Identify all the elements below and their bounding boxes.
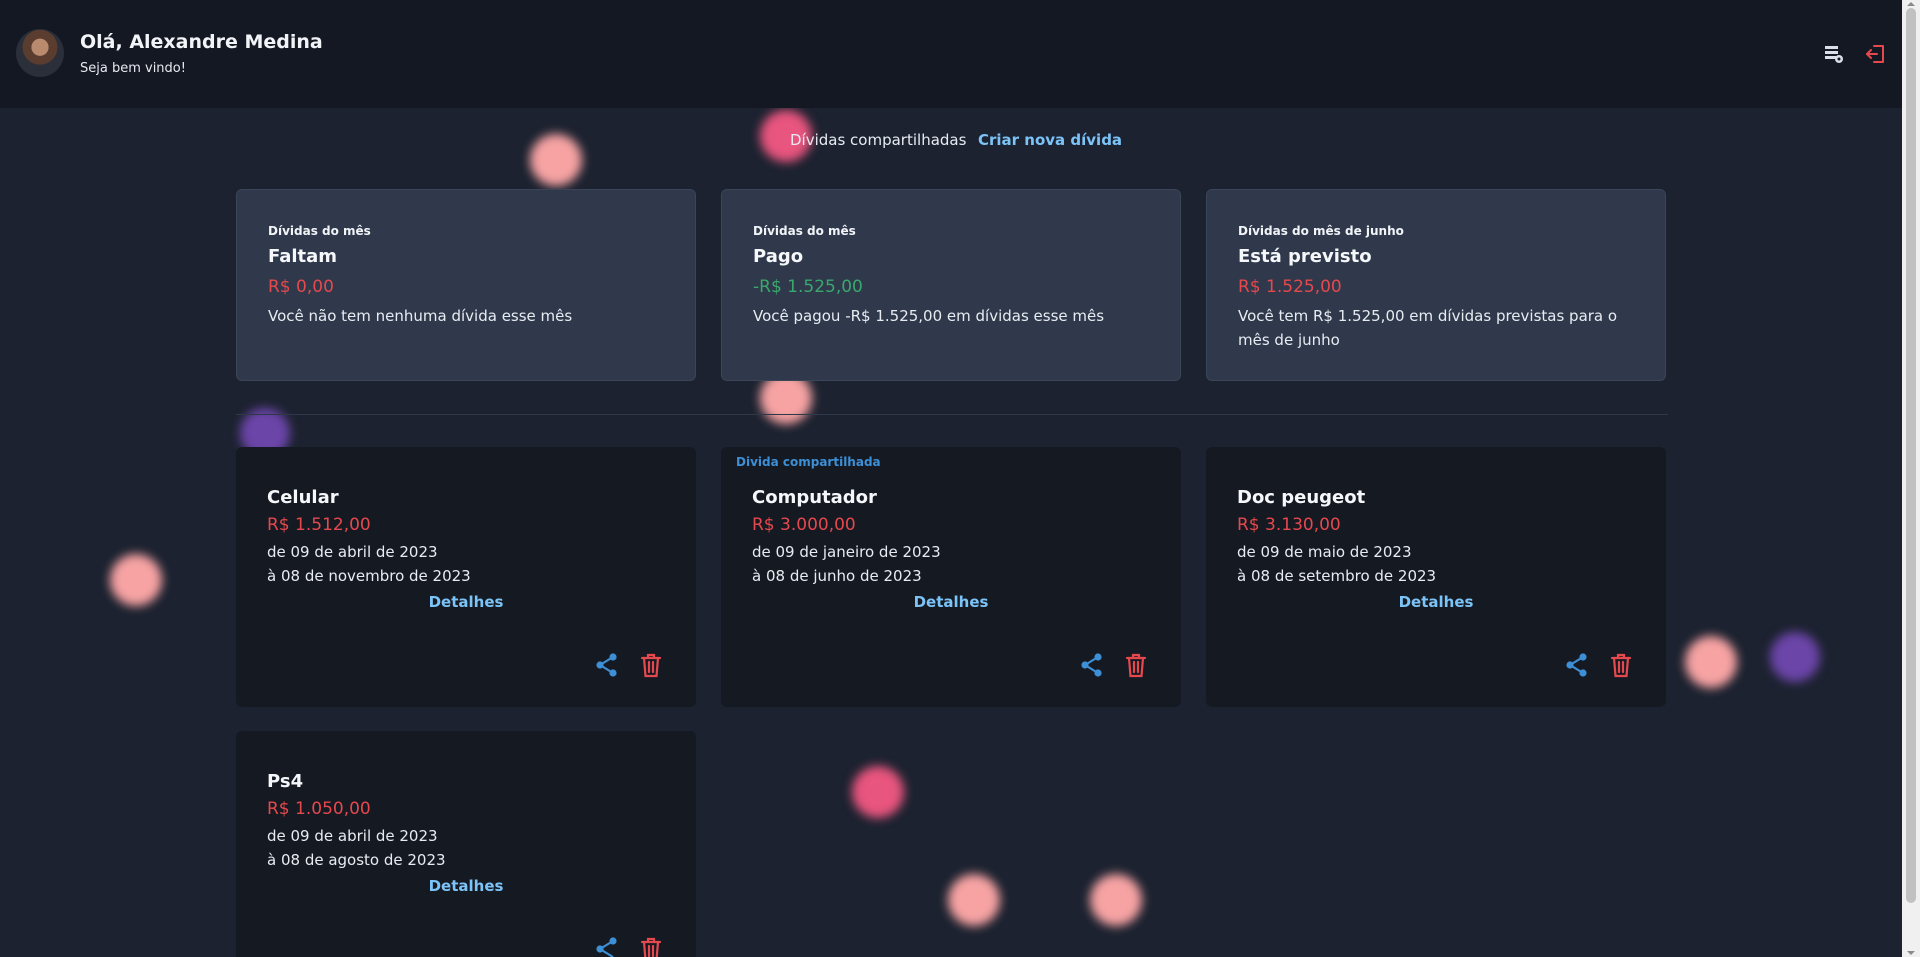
summary-label: Dívidas do mês de junho [1238, 224, 1404, 238]
trash-icon[interactable] [1610, 652, 1632, 678]
debt-name: Ps4 [267, 771, 304, 792]
debt-amount: R$ 3.000,00 [752, 515, 856, 535]
debt-amount: R$ 1.512,00 [267, 515, 371, 535]
greeting-title: Olá, Alexandre Medina [80, 31, 323, 53]
summary-description: Você não tem nenhuma dívida esse mês [268, 307, 573, 325]
share-icon[interactable] [1079, 652, 1105, 678]
avatar [16, 29, 64, 77]
summary-title: Está previsto [1238, 246, 1372, 267]
page-scrollbar[interactable] [1902, 0, 1920, 957]
table-settings-icon[interactable] [1823, 43, 1845, 65]
summary-amount: R$ 1.525,00 [1238, 277, 1342, 297]
share-icon[interactable] [1564, 652, 1590, 678]
summary-card-forecast: Dívidas do mês de junho Está previsto R$… [1206, 189, 1666, 381]
scroll-down-icon[interactable] [1907, 951, 1915, 955]
summary-label: Dívidas do mês [753, 224, 856, 238]
decorative-blob [1685, 636, 1737, 688]
decorative-blob [530, 134, 582, 186]
decorative-blob [948, 874, 1000, 926]
summary-amount: R$ 0,00 [268, 277, 334, 297]
details-link[interactable]: Detalhes [1206, 593, 1666, 611]
shared-debt-tag: Divida compartilhada [736, 455, 881, 469]
debt-start-date: de 09 de maio de 2023 [1237, 543, 1412, 561]
summary-title: Faltam [268, 246, 338, 267]
share-icon[interactable] [594, 652, 620, 678]
details-link[interactable]: Detalhes [721, 593, 1181, 611]
summary-card-remaining: Dívidas do mês Faltam R$ 0,00 Você não t… [236, 189, 696, 381]
debt-name: Celular [267, 487, 339, 508]
debt-name: Doc peugeot [1237, 487, 1366, 508]
summary-title: Pago [753, 246, 804, 267]
debt-start-date: de 09 de abril de 2023 [267, 827, 438, 845]
debt-card: Celular R$ 1.512,00 de 09 de abril de 20… [236, 447, 696, 707]
welcome-subtitle: Seja bem vindo! [80, 61, 186, 76]
logout-icon[interactable] [1864, 43, 1886, 65]
trash-icon[interactable] [640, 652, 662, 678]
scroll-up-icon[interactable] [1907, 2, 1915, 6]
debt-card: Doc peugeot R$ 3.130,00 de 09 de maio de… [1206, 447, 1666, 707]
debt-end-date: à 08 de setembro de 2023 [1237, 567, 1437, 585]
shared-debts-link[interactable]: Dívidas compartilhadas [790, 131, 966, 149]
summary-label: Dívidas do mês [268, 224, 371, 238]
share-icon[interactable] [594, 936, 620, 957]
section-divider [236, 414, 1668, 415]
details-link[interactable]: Detalhes [236, 877, 696, 895]
trash-icon[interactable] [1125, 652, 1147, 678]
decorative-blob [110, 554, 162, 606]
summary-description: Você pagou -R$ 1.525,00 em dívidas esse … [753, 307, 1105, 325]
trash-icon[interactable] [640, 936, 662, 957]
app-header: Olá, Alexandre Medina Seja bem vindo! [0, 0, 1902, 108]
debt-name: Computador [752, 487, 877, 508]
debt-end-date: à 08 de novembro de 2023 [267, 567, 471, 585]
debt-amount: R$ 1.050,00 [267, 799, 371, 819]
debt-start-date: de 09 de abril de 2023 [267, 543, 438, 561]
debt-card: Ps4 R$ 1.050,00 de 09 de abril de 2023 à… [236, 731, 696, 957]
decorative-blob [1090, 874, 1142, 926]
decorative-blob [1770, 632, 1820, 682]
create-debt-link[interactable]: Criar nova dívida [978, 131, 1122, 149]
debt-end-date: à 08 de agosto de 2023 [267, 851, 446, 869]
summary-description: Você tem R$ 1.525,00 em dívidas prevista… [1238, 307, 1618, 349]
debt-end-date: à 08 de junho de 2023 [752, 567, 922, 585]
debt-amount: R$ 3.130,00 [1237, 515, 1341, 535]
scrollbar-thumb[interactable] [1906, 8, 1916, 903]
debt-card: Divida compartilhada Computador R$ 3.000… [721, 447, 1181, 707]
summary-amount: -R$ 1.525,00 [753, 277, 863, 297]
details-link[interactable]: Detalhes [236, 593, 696, 611]
debt-start-date: de 09 de janeiro de 2023 [752, 543, 941, 561]
summary-card-paid: Dívidas do mês Pago -R$ 1.525,00 Você pa… [721, 189, 1181, 381]
decorative-blob [852, 766, 904, 818]
